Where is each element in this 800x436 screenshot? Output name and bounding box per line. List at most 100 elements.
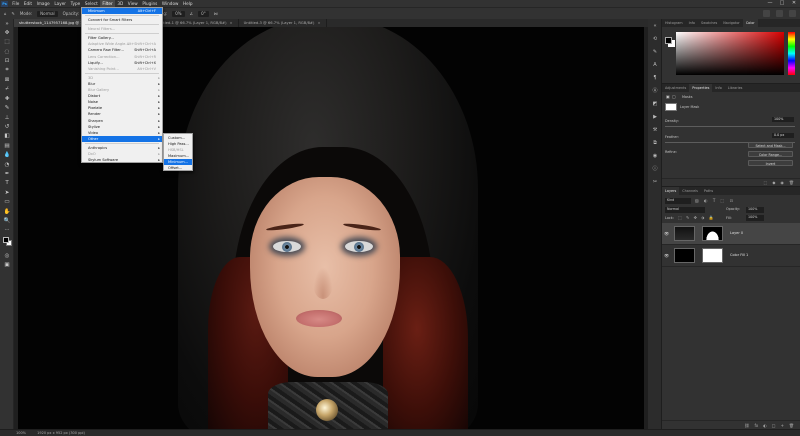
home-icon[interactable]: ⌂ [4, 11, 7, 16]
group-icon[interactable]: □ [772, 423, 776, 428]
adjustment-layer-icon[interactable]: ◐ [763, 423, 767, 428]
feather-field[interactable]: 0.0 px [772, 133, 794, 138]
vector-mask-icon[interactable]: ▢ [672, 94, 676, 99]
tab-properties[interactable]: Properties [689, 84, 713, 92]
link-layers-icon[interactable]: ⛓ [744, 423, 749, 428]
tab-info[interactable]: Info [712, 84, 724, 92]
minimize-button[interactable]: — [764, 0, 776, 7]
new-layer-icon[interactable]: + [781, 423, 784, 428]
hand-tool-icon[interactable]: ✋ [0, 207, 14, 216]
quick-mask-icon[interactable]: ◎ [0, 251, 14, 260]
dodge-tool-icon[interactable]: ◔ [0, 160, 14, 169]
paragraph-panel-icon[interactable]: ¶ [648, 71, 662, 84]
history-panel-icon[interactable]: ⟲ [648, 32, 662, 45]
collapse-icon[interactable]: » [0, 19, 14, 28]
menu-3d[interactable]: 3D [115, 0, 125, 7]
tab-layers[interactable]: Layers [662, 187, 680, 195]
layer-name[interactable]: Layer 0 [730, 231, 743, 235]
color-range-button[interactable]: Color Range... [748, 151, 793, 157]
object-select-tool-icon[interactable]: ⊡ [0, 57, 14, 66]
menu-filter[interactable]: Filter [100, 0, 116, 7]
filter-menu-item-convert-for-smart-filters[interactable]: Convert for Smart Filters [82, 17, 162, 23]
load-selection-icon[interactable]: ⬚ [764, 180, 768, 185]
lock-icons[interactable]: ⬚ ✎ ✥ ⬗ 🔒 [678, 215, 715, 220]
filter-menu-item-minimum[interactable]: Minimum Alt+Ctrl+F [82, 8, 162, 15]
eyedropper-tool-icon[interactable]: ⌿ [0, 85, 14, 94]
layer-mask-thumbnail[interactable] [702, 226, 723, 241]
hue-slider[interactable] [788, 32, 795, 75]
more-tools-icon[interactable]: ··· [0, 226, 14, 235]
menu-layer[interactable]: Layer [52, 0, 68, 7]
tab-adjustments[interactable]: Adjustments [662, 84, 689, 92]
document-tab-2[interactable]: Untitled-1 @ 66.7% (Layer 1, RGB/8#) × [151, 19, 239, 27]
brush-tool-icon[interactable]: ✎ [12, 11, 15, 16]
collapse-panels-icon[interactable]: « [648, 19, 662, 32]
layer-name[interactable]: Color Fill 1 [730, 253, 748, 257]
invert-button[interactable]: Invert [748, 160, 793, 166]
document-tab-3[interactable]: Untitled-3 @ 66.7% (Layer 1, RGB/8#) × [239, 19, 327, 27]
search-icon[interactable] [763, 10, 770, 17]
foreground-color-swatch[interactable] [3, 236, 9, 243]
move-tool-icon[interactable]: ✥ [0, 28, 14, 37]
pen-tool-icon[interactable]: ✒ [0, 169, 14, 178]
filter-menu-item-skylum-software[interactable]: Skylum Software ▸ [82, 157, 162, 163]
tool-presets-icon[interactable]: ⚒ [648, 123, 662, 136]
foreground-color-swatch[interactable] [665, 37, 672, 44]
learn-panel-icon[interactable]: ◉ [648, 149, 662, 162]
tab-histogram[interactable]: Histogram [662, 19, 686, 27]
delete-layer-icon[interactable]: 🗑 [789, 423, 794, 428]
tab-channels[interactable]: Channels [679, 187, 701, 195]
angle-field[interactable]: 0° [198, 10, 209, 17]
comments-panel-icon[interactable]: ✂ [648, 175, 662, 188]
info-panel-icon[interactable]: ⓘ [648, 162, 662, 175]
density-field[interactable]: 100% [772, 117, 794, 122]
shape-tool-icon[interactable]: ▭ [0, 197, 14, 206]
type-tool-icon[interactable]: T [0, 179, 14, 188]
mode-select[interactable]: Normal [37, 10, 58, 17]
tab-color[interactable]: Color [742, 19, 758, 27]
menu-type[interactable]: Type [68, 0, 82, 7]
tab-swatches[interactable]: Swatches [698, 19, 720, 27]
layer-mask-thumbnail[interactable] [702, 248, 723, 263]
gradient-tool-icon[interactable]: ▤ [0, 141, 14, 150]
visibility-eye-icon[interactable]: 👁 [664, 231, 669, 236]
menu-window[interactable]: Window [160, 0, 181, 7]
zoom-level[interactable]: 100% [16, 431, 26, 435]
actions-panel-icon[interactable]: ▶ [648, 110, 662, 123]
clone-stamp-tool-icon[interactable]: ⊥ [0, 113, 14, 122]
smoothing-field[interactable]: 0% [172, 10, 185, 17]
close-tab-icon[interactable]: × [230, 21, 233, 25]
layer-row[interactable]: 👁 Color Fill 1 [662, 245, 800, 267]
tab-navigator[interactable]: Navigator [720, 19, 743, 27]
apply-mask-icon[interactable]: ◆ [772, 180, 775, 185]
disable-mask-icon[interactable]: ◉ [780, 180, 784, 185]
blur-tool-icon[interactable]: 💧 [0, 150, 14, 159]
crop-tool-icon[interactable]: ⌗ [0, 66, 14, 75]
density-slider[interactable] [665, 126, 795, 127]
fill-field[interactable]: 100% [746, 215, 764, 221]
pixel-mask-icon[interactable]: ▣ [666, 94, 670, 99]
tab-libraries-info[interactable]: Info [686, 19, 698, 27]
color-picker-field[interactable] [676, 32, 784, 75]
delete-mask-icon[interactable]: 🗑 [789, 180, 794, 185]
marquee-tool-icon[interactable]: ⬚ [0, 38, 14, 47]
visibility-eye-icon[interactable]: 👁 [664, 253, 669, 258]
blend-mode-select[interactable]: Normal [665, 207, 705, 213]
frame-tool-icon[interactable]: ⊠ [0, 75, 14, 84]
menu-plugins[interactable]: Plugins [140, 0, 160, 7]
share-icon[interactable] [789, 10, 796, 17]
zoom-tool-icon[interactable]: 🔍 [0, 216, 14, 225]
brush-tool-icon[interactable]: ✎ [0, 104, 14, 113]
menu-edit[interactable]: Edit [22, 0, 35, 7]
symmetry-icon[interactable]: ⋈ [214, 11, 218, 16]
menu-image[interactable]: Image [34, 0, 52, 7]
menu-file[interactable]: File [10, 0, 22, 7]
tab-paths[interactable]: Paths [701, 187, 716, 195]
plugins-panel-icon[interactable]: ⧉ [648, 136, 662, 149]
menu-help[interactable]: Help [181, 0, 195, 7]
tab-libraries[interactable]: Libraries [725, 84, 746, 92]
brush-settings-icon[interactable]: ✎ [648, 45, 662, 58]
close-button[interactable]: ✕ [788, 0, 800, 7]
character-panel-icon[interactable]: A [648, 58, 662, 71]
lasso-tool-icon[interactable]: ◌ [0, 47, 14, 56]
